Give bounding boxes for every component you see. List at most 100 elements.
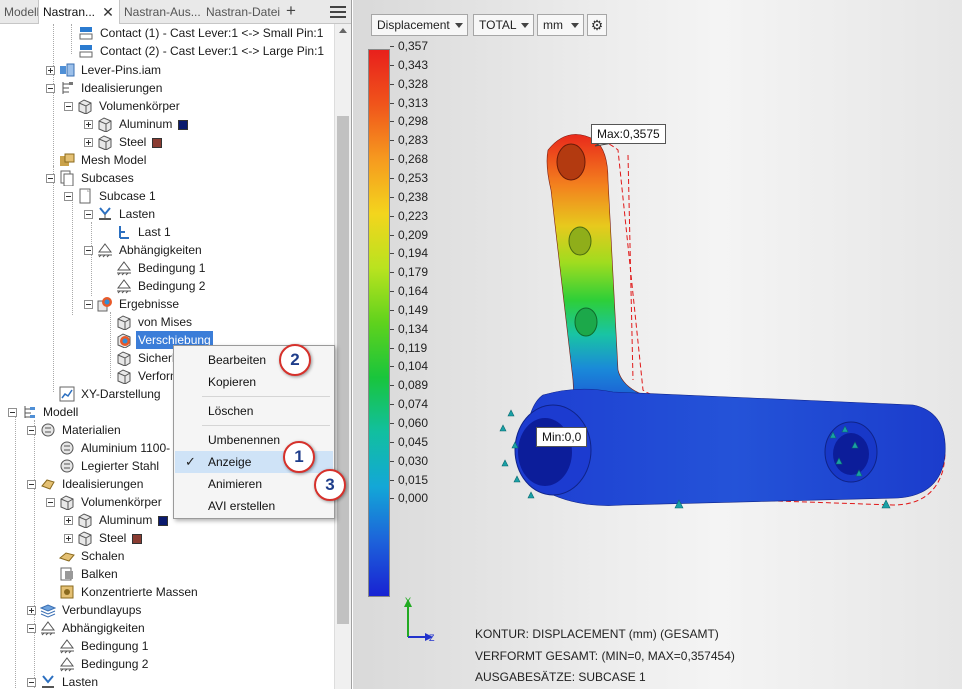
- legend-tick-mark: [390, 83, 394, 85]
- constraint-icon: [60, 657, 74, 672]
- collapse-icon[interactable]: [64, 102, 73, 111]
- legend-tick-label: 0,268: [398, 152, 429, 167]
- legend-tick-mark: [390, 215, 394, 217]
- collapse-icon[interactable]: [84, 210, 93, 219]
- collapse-icon[interactable]: [27, 624, 36, 633]
- solid-mesh-icon: [78, 513, 92, 528]
- assembly-icon: [60, 63, 75, 77]
- subcases-icon: [60, 170, 74, 186]
- tab-modell[interactable]: Modell: [0, 0, 38, 24]
- expand-icon[interactable]: [84, 120, 93, 129]
- tree-label: Contact (2) - Cast Lever:1 <-> Large Pin…: [100, 44, 325, 58]
- collapse-icon[interactable]: [46, 498, 55, 507]
- scrollbar-thumb[interactable]: [337, 116, 349, 624]
- tree-label: Subcase 1: [99, 189, 156, 203]
- collapse-icon[interactable]: [84, 300, 93, 309]
- menu-item-label: Anzeige: [208, 455, 252, 469]
- expand-icon[interactable]: [64, 534, 73, 543]
- menu-item-avi-erstellen[interactable]: AVI erstellen: [175, 495, 333, 517]
- tree-label: Lasten: [119, 207, 156, 221]
- context-menu: Bearbeiten Kopieren Löschen Umbenennen ✓…: [173, 345, 335, 519]
- legend-tick-mark: [390, 309, 394, 311]
- legend-tick-mark: [390, 498, 394, 500]
- tree-label: Steel: [99, 531, 127, 545]
- legend-tick-label: 0,194: [398, 246, 429, 261]
- collapse-icon[interactable]: [27, 480, 36, 489]
- tree-label: Aluminum: [99, 513, 153, 527]
- legend-tick-label: 0,104: [398, 359, 429, 374]
- tree-label: Idealisierungen: [62, 477, 144, 491]
- solid-mesh-icon: [78, 99, 92, 114]
- tree-label: Legierter Stahl: [81, 459, 160, 473]
- gear-icon[interactable]: ⚙: [587, 14, 607, 36]
- menu-item-loeschen[interactable]: Löschen: [175, 400, 333, 422]
- legend-tick-mark: [390, 272, 394, 274]
- tree-label: Lever-Pins.iam: [81, 63, 162, 77]
- component-dropdown[interactable]: TOTAL: [473, 14, 534, 36]
- load-icon: [119, 226, 129, 239]
- collapse-icon[interactable]: [46, 174, 55, 183]
- collapse-icon[interactable]: [64, 192, 73, 201]
- checkmark-icon: ✓: [185, 454, 196, 469]
- graphics-viewport[interactable]: Displacement TOTAL mm ⚙ 0,357 0,343 0,328 0…: [353, 0, 962, 689]
- expand-icon[interactable]: [46, 66, 55, 75]
- legend-tick-label: 0,045: [398, 434, 429, 449]
- loads-icon: [99, 207, 111, 220]
- tree-label: Idealisierungen: [81, 81, 163, 95]
- collapse-icon[interactable]: [27, 678, 36, 687]
- shell-icon: [59, 552, 75, 562]
- tree-scrollbar[interactable]: [334, 24, 351, 689]
- legend-tick-label: 0,000: [398, 491, 429, 506]
- tab-nastran-datei[interactable]: Nastran-Datei: [202, 0, 280, 24]
- tree-label: XY-Darstellung: [81, 387, 161, 401]
- axis-y-label: Y: [405, 596, 412, 606]
- material-color-swatch: [158, 515, 169, 526]
- solid-mesh-icon: [78, 531, 92, 546]
- tree-label: Verforn: [138, 369, 177, 383]
- close-tab-icon[interactable]: ✕: [100, 0, 116, 24]
- tree-label: Konzentrierte Massen: [81, 585, 198, 599]
- scroll-up-icon[interactable]: [339, 28, 347, 33]
- add-tab-icon[interactable]: +: [283, 0, 299, 24]
- hamburger-menu-icon[interactable]: [330, 6, 346, 18]
- collapse-icon[interactable]: [8, 408, 17, 417]
- expand-icon[interactable]: [64, 516, 73, 525]
- legend-tick-mark: [390, 479, 394, 481]
- legend-tick-mark: [390, 441, 394, 443]
- legend-tick-mark: [390, 121, 394, 123]
- collapse-icon[interactable]: [84, 246, 93, 255]
- menu-item-kopieren[interactable]: Kopieren: [175, 371, 333, 393]
- menu-item-animieren[interactable]: Animieren: [175, 473, 333, 495]
- tree-label: Abhängigkeiten: [119, 243, 202, 257]
- legend-tick-mark: [390, 460, 394, 462]
- expand-icon[interactable]: [84, 138, 93, 147]
- legend-tick-mark: [390, 253, 394, 255]
- tab-nastran-ausgabe[interactable]: Nastran-Aus...: [120, 0, 202, 24]
- collapse-icon[interactable]: [27, 426, 36, 435]
- legend-tick-mark: [390, 423, 394, 424]
- collapse-icon[interactable]: [46, 84, 55, 93]
- tree-label: Steel: [119, 135, 147, 149]
- legend-tick-label: 0,149: [398, 302, 429, 317]
- contact-icon: [79, 27, 93, 40]
- tree-label: Verbundlayups: [62, 603, 142, 617]
- expand-icon[interactable]: [27, 606, 36, 615]
- legend-tick-label: 0,179: [398, 265, 429, 280]
- result-type-dropdown[interactable]: Displacement: [371, 14, 468, 36]
- chevron-down-icon: [571, 23, 579, 28]
- model-browser-panel: Modell Nastran... ✕ Nastran-Aus... Nastr…: [0, 0, 352, 689]
- tree-label: Aluminium 1100-: [81, 441, 171, 455]
- legend-tick-label: 0,030: [398, 453, 429, 468]
- tree-label: Bedingung 1: [81, 639, 149, 653]
- legend-tick-label: 0,223: [398, 208, 429, 223]
- legend-tick-mark: [390, 140, 394, 142]
- subcase-icon: [79, 188, 91, 204]
- legend-tick-mark: [390, 366, 394, 368]
- status-contour: KONTUR: DISPLACEMENT (mm) (GESAMT): [475, 627, 719, 641]
- tree-label: Schalen: [81, 549, 125, 563]
- status-output-sets: AUSGABESÄTZE: SUBCASE 1: [475, 670, 646, 684]
- unit-dropdown[interactable]: mm: [537, 14, 584, 36]
- legend-tick-mark: [390, 177, 394, 179]
- idealization-icon: [41, 479, 55, 490]
- legend-tick-mark: [390, 196, 394, 198]
